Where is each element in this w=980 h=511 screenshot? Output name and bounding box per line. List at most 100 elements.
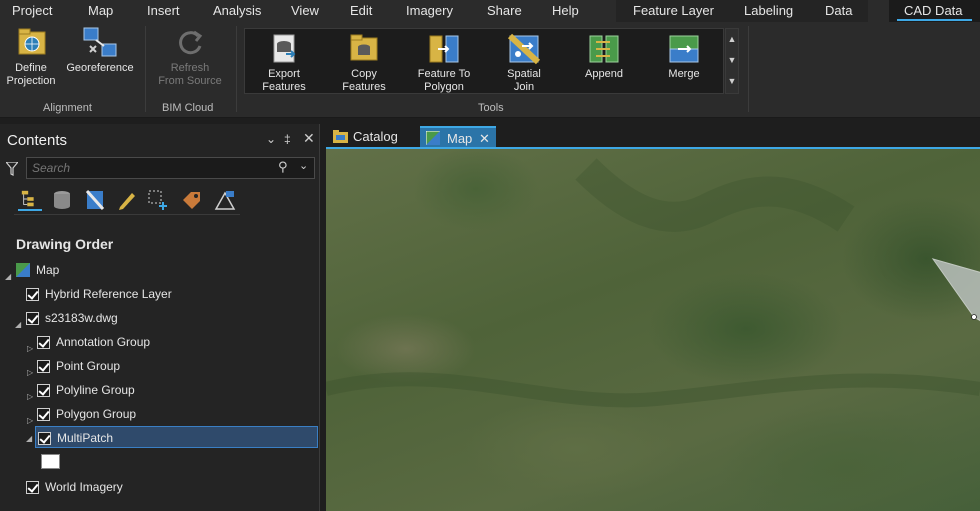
refresh-from-source-button[interactable]: Refresh From Source (152, 26, 228, 88)
drawing-order-title: Drawing Order (16, 236, 114, 252)
map-view[interactable] (326, 149, 980, 511)
define-projection-label-2: Projection (6, 75, 56, 87)
layer-checkbox[interactable] (37, 408, 50, 421)
perspective-imagery-icon[interactable] (213, 189, 237, 211)
feature-layer-context-group: Feature Layer Labeling Data (616, 0, 868, 22)
tab-insert[interactable]: Insert (147, 0, 180, 22)
refresh-label-1: Refresh (170, 62, 210, 74)
bim-cloud-group-label: BIM Cloud (162, 102, 214, 114)
append-icon (589, 35, 619, 63)
layer-checkbox[interactable] (37, 384, 50, 397)
feature-vertex[interactable] (971, 314, 977, 320)
tab-project[interactable]: Project (12, 0, 52, 22)
layer-row-world-imagery[interactable]: World Imagery (0, 476, 318, 498)
spatial-join-button[interactable]: Spatial Join (494, 32, 554, 94)
search-box[interactable]: ⚲ ⌄ (26, 157, 315, 179)
active-tab-indicator (897, 19, 972, 21)
tab-analysis[interactable]: Analysis (213, 0, 261, 22)
layer-row-polygon-group[interactable]: ▷ Polygon Group (0, 403, 318, 425)
map-icon (16, 263, 30, 277)
filter-icon[interactable] (6, 162, 18, 176)
tab-map[interactable]: Map (88, 0, 113, 22)
copy-features-button[interactable]: Copy Features (334, 32, 394, 94)
layer-row-multipatch[interactable]: MultiPatch (35, 426, 318, 448)
copy-features-icon (350, 34, 378, 61)
layer-row-dwg[interactable]: ◢ s23183w.dwg (0, 307, 318, 329)
tab-help[interactable]: Help (552, 0, 579, 22)
layer-checkbox[interactable] (38, 432, 51, 445)
group-separator (145, 26, 146, 112)
alignment-group-label: Alignment (43, 102, 92, 114)
pin-icon[interactable]: ‡ (284, 132, 291, 146)
layer-row-polyline-group[interactable]: ▷ Polyline Group (0, 379, 318, 401)
feature-to-polygon-button[interactable]: Feature To Polygon (412, 32, 476, 94)
ribbon-tab-bar: Project Map Insert Analysis View Edit Im… (0, 0, 980, 22)
layer-checkbox[interactable] (26, 288, 39, 301)
tab-edit[interactable]: Edit (350, 0, 372, 22)
define-projection-button[interactable]: Define Projection (3, 26, 59, 88)
tab-imagery[interactable]: Imagery (406, 0, 453, 22)
export-features-icon (273, 34, 296, 63)
pane-options-icon[interactable]: ⌄ (266, 132, 276, 146)
export-features-label-1: Export (268, 68, 300, 80)
editing-icon[interactable] (115, 189, 139, 211)
expand-icon[interactable]: ▷ (27, 410, 33, 432)
tab-labeling[interactable]: Labeling (744, 0, 793, 22)
tab-catalog[interactable]: Catalog (329, 126, 417, 148)
tab-map-view[interactable]: Map ✕ (420, 126, 496, 148)
selection-icon[interactable] (83, 189, 107, 211)
ribbon: Define Projection Georeference Alignment… (0, 22, 980, 118)
georeference-icon (83, 27, 117, 57)
layer-row-point-group[interactable]: ▷ Point Group (0, 355, 318, 377)
map-icon (426, 131, 440, 145)
layer-checkbox[interactable] (37, 360, 50, 373)
tab-share[interactable]: Share (487, 0, 522, 22)
layer-label: Point Group (56, 359, 121, 373)
gallery-down-icon[interactable]: ▼ (726, 50, 738, 71)
feature-to-polygon-label-2: Polygon (424, 81, 464, 93)
tab-catalog-label: Catalog (353, 129, 398, 144)
tab-cad-data[interactable]: CAD Data (889, 0, 980, 22)
layer-checkbox[interactable] (26, 312, 39, 325)
append-label: Append (585, 68, 623, 80)
drawing-order-icon[interactable] (18, 189, 42, 211)
labeling-icon[interactable] (180, 189, 204, 211)
multipatch-symbol-swatch[interactable] (41, 454, 60, 469)
tab-view[interactable]: View (291, 0, 319, 22)
gallery-expand-icon[interactable]: ▼ (726, 71, 738, 92)
tab-data[interactable]: Data (825, 0, 852, 22)
layer-checkbox[interactable] (26, 481, 39, 494)
georeference-button[interactable]: Georeference (62, 26, 138, 75)
gallery-up-icon[interactable]: ▲ (726, 29, 738, 50)
data-source-icon[interactable] (50, 189, 74, 211)
terrain-ridge (575, 158, 855, 232)
multipatch-feature[interactable] (931, 258, 980, 324)
layer-label: s23183w.dwg (45, 311, 118, 325)
layer-row-annotation-group[interactable]: ▷ Annotation Group (0, 331, 318, 353)
layer-row-hybrid-reference[interactable]: Hybrid Reference Layer (0, 283, 318, 305)
contents-pane: Contents ⌄ ‡ ✕ ⚲ ⌄ (0, 124, 320, 511)
group-separator (748, 26, 749, 112)
copy-features-label-2: Features (342, 81, 386, 93)
refresh-icon (179, 30, 203, 55)
export-features-button[interactable]: Export Features (254, 32, 314, 94)
append-button[interactable]: Append (574, 32, 634, 81)
refresh-label-2: From Source (158, 75, 222, 87)
collapse-icon[interactable]: ◢ (26, 434, 32, 443)
search-dropdown-icon[interactable]: ⌄ (299, 159, 308, 172)
snapping-icon[interactable] (147, 189, 171, 211)
merge-icon (669, 35, 699, 63)
map-canvas[interactable] (326, 149, 980, 511)
layer-checkbox[interactable] (37, 336, 50, 349)
georeference-label: Georeference (66, 62, 134, 74)
close-icon[interactable]: ✕ (303, 130, 315, 147)
layer-row-map[interactable]: ◢ Map (0, 259, 318, 281)
tools-group-label: Tools (478, 102, 504, 114)
merge-button[interactable]: Merge (654, 32, 714, 81)
search-input[interactable] (27, 158, 257, 178)
search-icon[interactable]: ⚲ (278, 159, 288, 175)
define-projection-icon (18, 28, 46, 55)
spatial-join-label-2: Join (513, 81, 535, 93)
tools-gallery (244, 28, 724, 94)
tab-feature-layer[interactable]: Feature Layer (633, 0, 714, 22)
